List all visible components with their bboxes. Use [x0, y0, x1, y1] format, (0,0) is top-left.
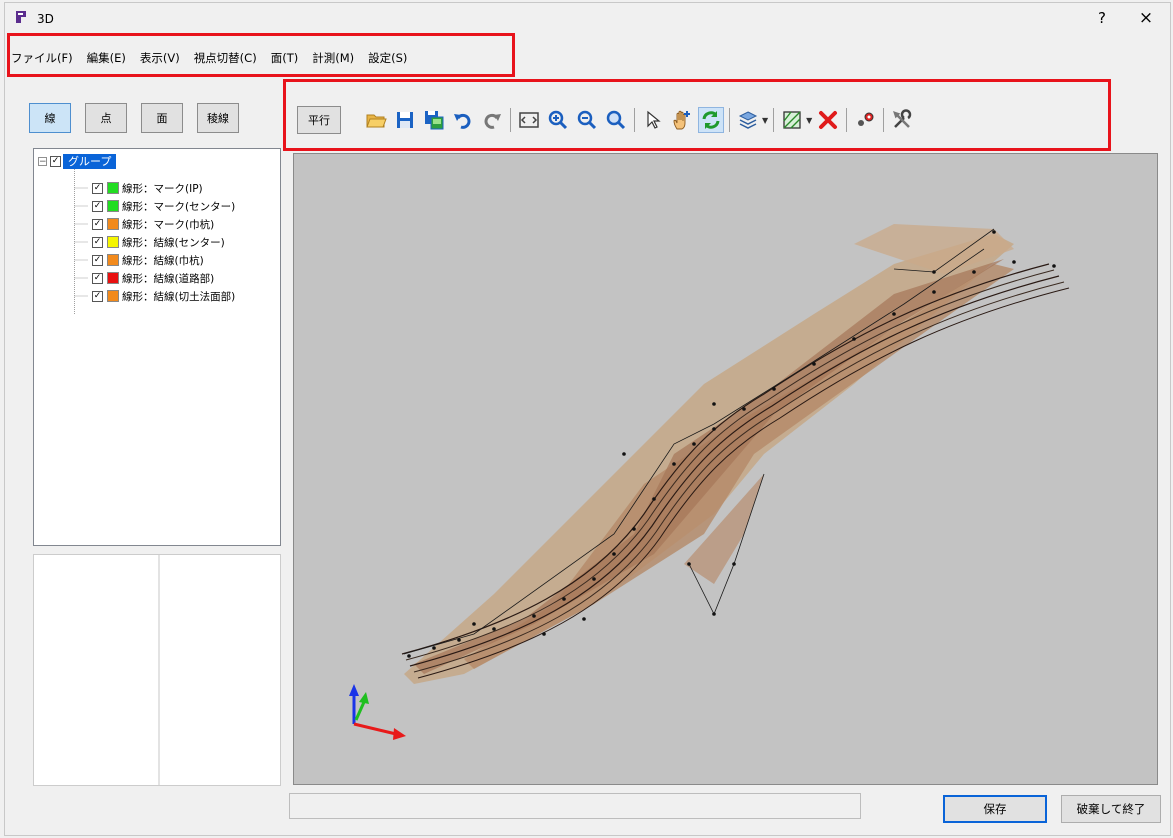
save-image-icon[interactable]	[421, 107, 447, 133]
layer-label: 線形：マーク(巾杭)	[122, 218, 215, 231]
open-folder-icon[interactable]	[363, 107, 389, 133]
mode-surface-button[interactable]: 面	[141, 103, 183, 133]
layer-checkbox[interactable]: ✓	[92, 272, 103, 284]
delete-icon[interactable]	[815, 107, 841, 133]
toolbar-separator	[510, 108, 511, 132]
tools-icon[interactable]	[889, 107, 915, 133]
toolbar-separator	[729, 108, 730, 132]
3d-viewport[interactable]	[293, 153, 1158, 785]
menu-edit[interactable]: 編集(E)	[87, 48, 126, 68]
tree-item[interactable]: ✓ 線形：結線(道路部)	[92, 269, 214, 287]
root-checkbox[interactable]: ✓	[50, 155, 61, 167]
tree-item[interactable]: ✓ 線形：結線(巾杭)	[92, 251, 204, 269]
tree-item[interactable]: ✓ 線形：マーク(IP)	[92, 179, 203, 197]
tree-item[interactable]: ✓ 線形：結線(センター)	[92, 233, 225, 251]
points-icon[interactable]	[852, 107, 878, 133]
fit-all-icon[interactable]	[516, 107, 542, 133]
layer-color-swatch	[107, 254, 119, 266]
save-icon[interactable]	[392, 107, 418, 133]
tree-root-label[interactable]: グループ	[63, 153, 117, 169]
tree-item[interactable]: ✓ 線形：マーク(センター)	[92, 197, 235, 215]
layers-dropdown-arrow-icon[interactable]: ▼	[762, 116, 768, 125]
zoom-out-icon[interactable]	[574, 107, 600, 133]
parallel-projection-button[interactable]: 平行	[297, 106, 341, 134]
save-button[interactable]: 保存	[943, 795, 1047, 823]
tree-item[interactable]: ✓ 線形：マーク(巾杭)	[92, 215, 214, 233]
layer-checkbox[interactable]: ✓	[92, 218, 103, 230]
close-button[interactable]: ×	[1134, 8, 1158, 28]
layer-checkbox[interactable]: ✓	[92, 290, 103, 302]
layer-color-swatch	[107, 236, 119, 248]
menu-settings[interactable]: 設定(S)	[368, 48, 407, 68]
mode-ridge-button[interactable]: 稜線	[197, 103, 239, 133]
layer-color-swatch	[107, 182, 119, 194]
rotate-icon[interactable]	[698, 107, 724, 133]
menu-viewpoint[interactable]: 視点切替(C)	[194, 48, 257, 68]
help-button[interactable]: ?	[1090, 9, 1114, 27]
collapse-icon[interactable]: −	[38, 156, 47, 166]
mode-point-button[interactable]: 点	[85, 103, 127, 133]
panel-divider	[158, 555, 160, 785]
layer-label: 線形：結線(切土法面部)	[122, 290, 236, 303]
toolbar-separator	[846, 108, 848, 132]
layers-icon[interactable]	[735, 107, 761, 133]
pan-hand-icon[interactable]	[669, 107, 695, 133]
menu-bar: ファイル(F) 編集(E) 表示(V) 視点切替(C) 面(T) 計測(M) 設…	[11, 45, 421, 71]
tree-item[interactable]: ✓ 線形：結線(切土法面部)	[92, 287, 235, 305]
app-logo-icon	[16, 11, 26, 23]
road-model-render	[349, 224, 1070, 740]
view-toolbar: 平行 ▼ ▼	[297, 103, 918, 137]
layer-color-swatch	[107, 218, 119, 230]
layer-color-swatch	[107, 200, 119, 212]
layer-label: 線形：結線(道路部)	[122, 272, 215, 285]
menu-view[interactable]: 表示(V)	[140, 48, 180, 68]
zoom-in-icon[interactable]	[545, 107, 571, 133]
layer-checkbox[interactable]: ✓	[92, 200, 103, 212]
layer-color-swatch	[107, 272, 119, 284]
surface-dropdown-arrow-icon[interactable]: ▼	[806, 116, 812, 125]
menu-file[interactable]: ファイル(F)	[11, 48, 73, 68]
status-bar	[289, 793, 861, 819]
layer-label: 線形：マーク(IP)	[122, 182, 203, 195]
layer-label: 線形：結線(巾杭)	[122, 254, 204, 267]
app-window: 3D ? × ファイル(F) 編集(E) 表示(V) 視点切替(C) 面(T) …	[4, 2, 1171, 836]
layer-tree: − ✓ グループ ✓ 線形：マーク(IP) ✓ 線形：マーク(センター) ✓ 線…	[33, 148, 281, 546]
select-pointer-icon[interactable]	[640, 107, 666, 133]
toolbar-separator	[773, 108, 775, 132]
layer-color-swatch	[107, 290, 119, 302]
menu-measure[interactable]: 計測(M)	[312, 48, 354, 68]
mode-line-button[interactable]: 線	[29, 103, 71, 133]
zoom-window-icon[interactable]	[603, 107, 629, 133]
undo-icon[interactable]	[450, 107, 476, 133]
window-title: 3D	[37, 12, 54, 26]
discard-and-exit-button[interactable]: 破棄して終了	[1061, 795, 1161, 823]
tree-root[interactable]: − ✓ グループ	[38, 153, 117, 169]
menu-surface[interactable]: 面(T)	[271, 48, 299, 68]
axis-gizmo	[349, 684, 406, 740]
layer-label: 線形：結線(センター)	[122, 236, 225, 249]
toolbar-separator	[883, 108, 885, 132]
property-panel	[33, 554, 281, 786]
layer-label: 線形：マーク(センター)	[122, 200, 236, 213]
toolbar-separator	[634, 108, 635, 132]
layer-checkbox[interactable]: ✓	[92, 236, 103, 248]
redo-icon[interactable]	[479, 107, 505, 133]
layer-checkbox[interactable]: ✓	[92, 254, 103, 266]
title-bar: 3D ? ×	[5, 3, 1170, 37]
layer-checkbox[interactable]: ✓	[92, 182, 103, 194]
surface-icon[interactable]	[779, 107, 805, 133]
